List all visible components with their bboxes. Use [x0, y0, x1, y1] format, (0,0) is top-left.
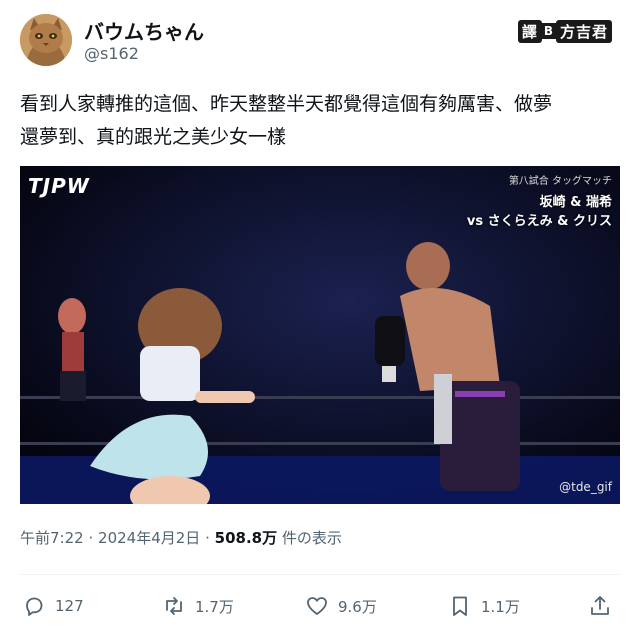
watermark-sep: B — [541, 23, 556, 39]
divider — [20, 574, 620, 575]
repost-button[interactable]: 1.7万 — [162, 591, 234, 621]
share-icon — [591, 596, 609, 615]
reply-button[interactable]: 127 — [22, 591, 84, 621]
tweet-media[interactable]: TJPW 第八試合 タッグマッチ 坂崎 & 瑞希 vs さくらえみ & クリス … — [20, 166, 620, 504]
share-button[interactable] — [588, 591, 612, 621]
tweet-time[interactable]: 午前7:22 — [20, 529, 84, 547]
view-count-label: 件の表示 — [281, 529, 342, 547]
tweet-line-1: 看到人家轉推的這個、昨天整整半天都覺得這個有夠厲害、做夢 — [20, 93, 553, 115]
tweet-date[interactable]: 2024年4月2日 — [98, 529, 200, 547]
repost-icon — [166, 597, 182, 615]
tweet-metadata: 午前7:22 · 2024年4月2日 · 508.8万 件の表示 — [20, 527, 342, 548]
user-handle[interactable]: @s162 — [84, 44, 139, 63]
tweet-text: 看到人家轉推的這個、昨天整整半天都覺得這個有夠厲害、做夢 還夢到、真的跟光之美少… — [20, 88, 630, 154]
tjpw-logo: TJPW — [28, 174, 90, 198]
media-credit: @tde_gif — [559, 480, 612, 494]
meta-separator: · — [205, 529, 210, 547]
match-team-2: vs さくらえみ & クリス — [466, 214, 612, 229]
tweet-line-2: 還夢到、真的跟光之美少女一樣 — [20, 126, 287, 148]
match-caption: 第八試合 タッグマッチ 坂崎 & 瑞希 vs さくらえみ & クリス — [467, 172, 612, 231]
display-name[interactable]: バウムちゃん — [84, 16, 204, 45]
match-team-1: 坂崎 & 瑞希 — [539, 195, 612, 210]
watermark-left: 譯 — [517, 19, 542, 43]
view-count: 508.8万 — [214, 529, 278, 547]
avatar[interactable] — [20, 14, 72, 66]
watermark-right: 方吉君 — [555, 19, 612, 43]
bookmark-count: 1.1万 — [481, 597, 520, 616]
bookmark-icon — [453, 596, 467, 616]
like-count: 9.6万 — [338, 597, 377, 616]
bookmark-button[interactable]: 1.1万 — [448, 591, 520, 621]
reply-icon — [26, 597, 43, 616]
repost-count: 1.7万 — [195, 597, 234, 616]
cat-avatar-image — [20, 14, 72, 66]
heart-icon — [307, 597, 327, 615]
match-label: 第八試合 タッグマッチ — [508, 176, 612, 187]
translator-watermark: 譯 B 方吉君 — [517, 19, 612, 43]
reply-count: 127 — [55, 597, 84, 615]
like-button[interactable]: 9.6万 — [305, 591, 377, 621]
action-bar: 127 1.7万 9.6万 1.1万 — [20, 591, 620, 621]
meta-separator: · — [88, 529, 94, 547]
